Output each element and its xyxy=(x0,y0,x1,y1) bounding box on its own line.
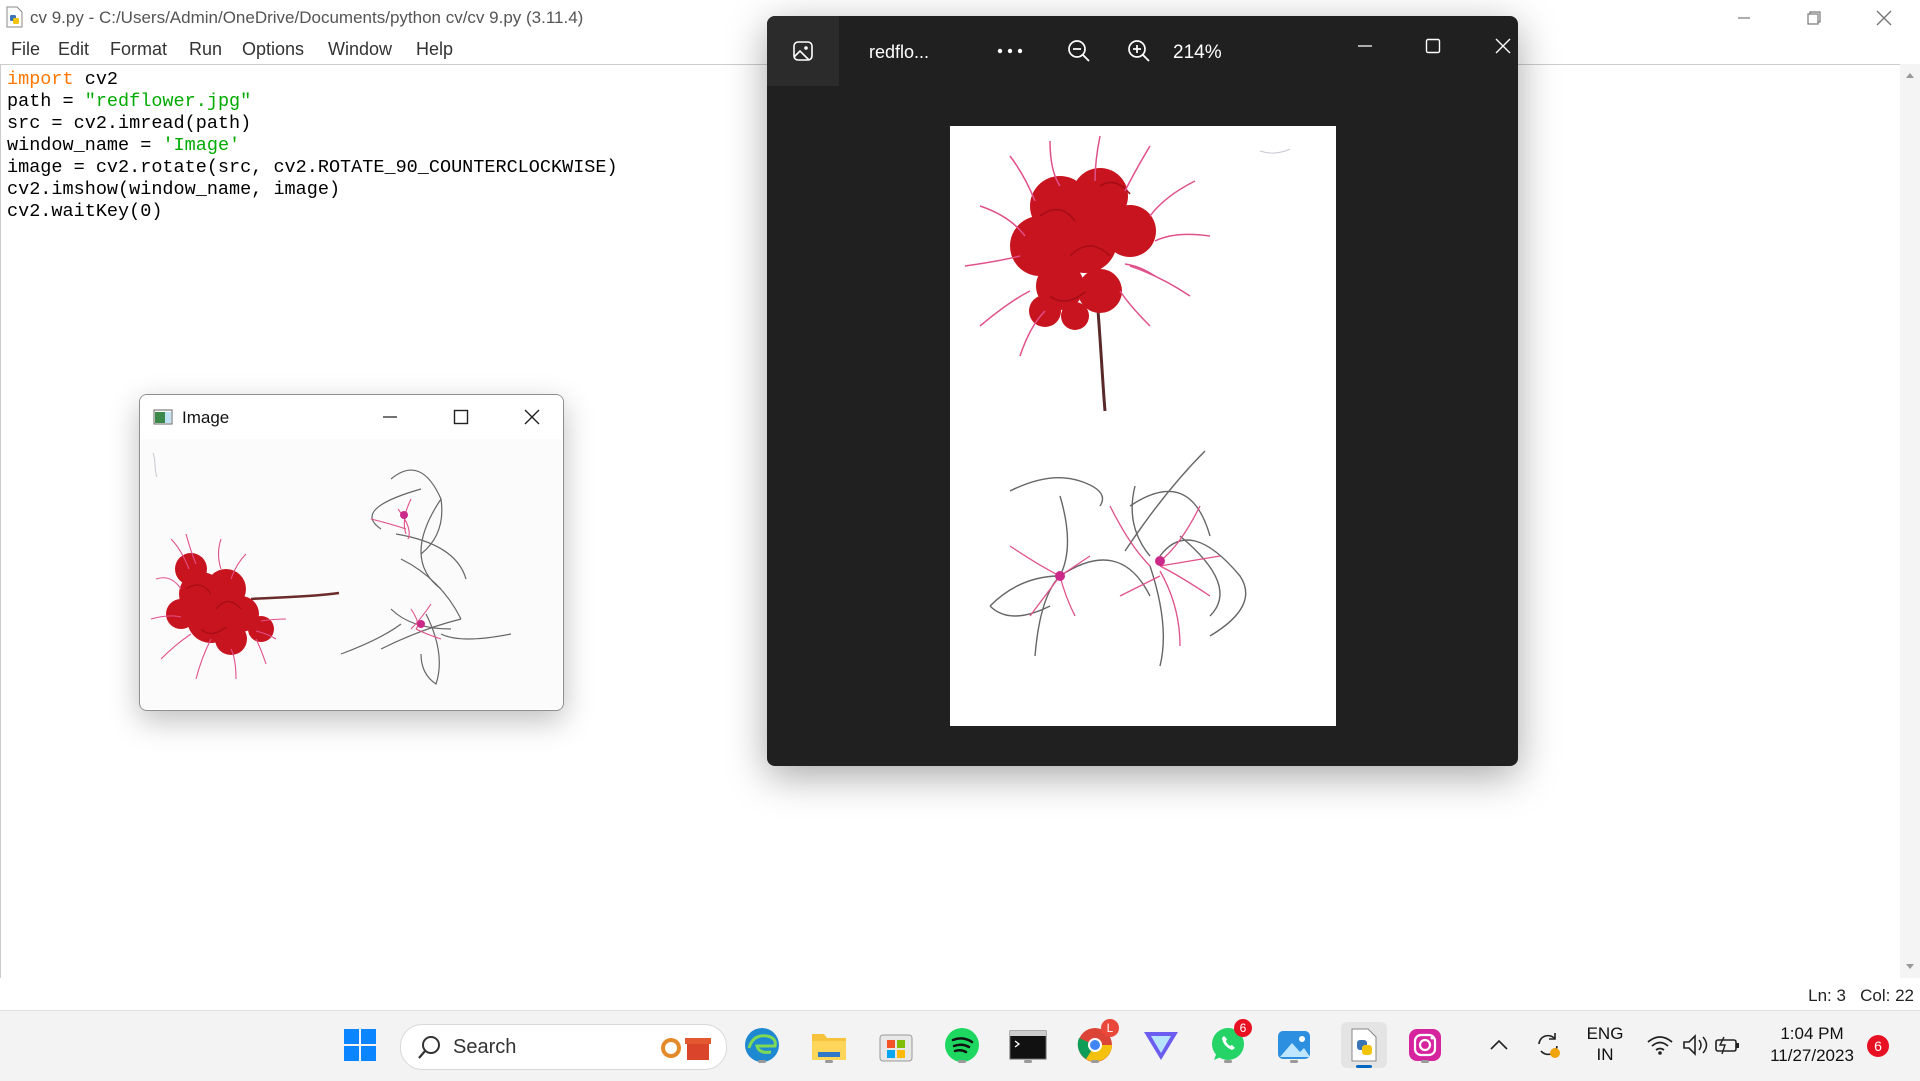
close-icon xyxy=(1876,10,1892,26)
taskbar-edge[interactable] xyxy=(742,1025,782,1065)
menu-help[interactable]: Help xyxy=(416,39,453,60)
code-line: cv2.imshow(window_name, image) xyxy=(7,179,341,200)
taskbar-photos[interactable] xyxy=(1274,1025,1314,1065)
opencv-image-window[interactable]: Image xyxy=(139,394,564,711)
show-hidden-icons-button[interactable] xyxy=(1479,1025,1519,1065)
whatsapp-unread-badge: 6 xyxy=(1234,1019,1252,1037)
restore-button[interactable] xyxy=(1786,0,1842,36)
folder-icon xyxy=(812,1034,846,1060)
close-button[interactable] xyxy=(1856,0,1912,36)
photos-icon xyxy=(1278,1031,1310,1059)
taskbar-file-explorer[interactable] xyxy=(809,1025,849,1065)
vpn-triangle-icon xyxy=(1144,1032,1178,1060)
minimize-button[interactable] xyxy=(1716,0,1772,36)
status-line: Ln: 3 xyxy=(1808,986,1846,1005)
scrollbar-arrows xyxy=(1906,73,1914,969)
zoom-out-icon xyxy=(1068,40,1090,62)
cv-close-button[interactable] xyxy=(504,399,560,435)
code-line: path = "redflower.jpg" xyxy=(7,91,252,112)
photos-minimize-button[interactable] xyxy=(1343,28,1387,64)
status-bar: Ln: 3 Col: 22 xyxy=(0,978,1920,1010)
store-icon xyxy=(879,1034,913,1062)
photos-maximize-button[interactable] xyxy=(1411,28,1455,64)
menu-window[interactable]: Window xyxy=(328,39,392,60)
app-icon xyxy=(153,409,173,425)
rotated-flower-image xyxy=(141,439,562,709)
network-volume-battery-icons xyxy=(1647,1034,1739,1056)
window-title: cv 9.py - C:/Users/Admin/OneDrive/Docume… xyxy=(30,8,584,27)
code-line: image = cv2.rotate(src, cv2.ROTATE_90_CO… xyxy=(7,157,618,178)
notification-count-badge[interactable]: 6 xyxy=(1867,1035,1889,1057)
zoom-in-icon xyxy=(1128,40,1150,62)
close-icon xyxy=(524,409,540,425)
zoom-out-button[interactable] xyxy=(1062,34,1096,68)
restore-icon xyxy=(1807,11,1821,25)
python-idle-icon xyxy=(1351,1028,1377,1062)
menu-file[interactable]: File xyxy=(11,39,40,60)
minimize-icon xyxy=(1738,17,1750,19)
taskbar-idle[interactable] xyxy=(1341,1022,1387,1068)
code-line: window_name = 'Image' xyxy=(7,135,241,156)
cv-window-title: Image xyxy=(182,408,230,427)
taskbar-vpn-app[interactable] xyxy=(1141,1025,1181,1065)
menu-edit[interactable]: Edit xyxy=(58,39,89,60)
code-line: cv2.waitKey(0) xyxy=(7,201,163,222)
photo-file-title: redflo... xyxy=(869,42,930,62)
menu-format[interactable]: Format xyxy=(110,39,167,60)
maximize-icon xyxy=(453,409,469,425)
code-text[interactable]: import cv2 path = "redflower.jpg" src = cv… xyxy=(7,69,618,223)
edge-icon xyxy=(745,1028,779,1062)
taskbar-search-box[interactable]: Search xyxy=(400,1024,727,1070)
minimize-icon xyxy=(1358,45,1372,47)
taskbar-spotify[interactable] xyxy=(942,1025,982,1065)
maximize-icon xyxy=(1425,38,1441,54)
search-label: Search xyxy=(453,1036,517,1058)
cv-maximize-button[interactable] xyxy=(433,399,489,435)
start-button[interactable] xyxy=(340,1025,380,1065)
status-col: Col: 22 xyxy=(1860,986,1914,1005)
zoom-level: 214% xyxy=(1173,42,1222,63)
photos-viewer-window[interactable]: redflo... 214% xyxy=(767,16,1518,766)
spotify-icon xyxy=(945,1028,979,1062)
language-indicator[interactable]: ENG IN xyxy=(1580,1023,1630,1065)
menu-run[interactable]: Run xyxy=(189,39,222,60)
close-icon xyxy=(1495,38,1511,54)
python-file-icon xyxy=(6,6,23,28)
clock[interactable]: 1:04 PM 11/27/2023 xyxy=(1762,1023,1862,1067)
terminal-icon xyxy=(1009,1030,1047,1060)
photos-close-button[interactable] xyxy=(1481,28,1518,64)
photos-app-button[interactable] xyxy=(767,16,839,86)
zoom-in-button[interactable] xyxy=(1122,34,1156,68)
cv-titlebar[interactable]: Image xyxy=(140,395,563,439)
more-icon xyxy=(997,48,1023,54)
instagram-icon xyxy=(1409,1029,1441,1061)
windows-icon xyxy=(344,1029,376,1061)
taskbar: Search L 6 ENG IN 1:04 PM 11/27/2023 6 xyxy=(0,1010,1920,1081)
vertical-scrollbar[interactable] xyxy=(1900,64,1920,978)
taskbar-instagram[interactable] xyxy=(1405,1025,1445,1065)
taskbar-chrome[interactable]: L xyxy=(1075,1019,1119,1065)
chevron-up-icon xyxy=(1490,1039,1508,1050)
menu-options[interactable]: Options xyxy=(242,39,304,60)
photos-app-icon xyxy=(793,41,813,61)
minimize-icon xyxy=(383,416,397,418)
taskbar-whatsapp[interactable]: 6 xyxy=(1208,1019,1252,1065)
sync-status-button[interactable] xyxy=(1528,1025,1568,1065)
taskbar-store[interactable] xyxy=(876,1025,916,1065)
search-highlight-icon xyxy=(661,1038,711,1060)
code-line: import cv2 xyxy=(7,69,119,90)
sync-icon xyxy=(1538,1033,1560,1058)
search-icon xyxy=(418,1036,440,1059)
taskbar-terminal[interactable] xyxy=(1008,1025,1048,1065)
quick-settings-button[interactable] xyxy=(1644,1025,1744,1065)
cv-minimize-button[interactable] xyxy=(362,399,418,435)
more-options-button[interactable] xyxy=(993,34,1027,68)
code-line: src = cv2.imread(path) xyxy=(7,113,252,134)
chrome-profile-badge: L xyxy=(1101,1019,1119,1037)
flower-photo xyxy=(950,126,1336,726)
